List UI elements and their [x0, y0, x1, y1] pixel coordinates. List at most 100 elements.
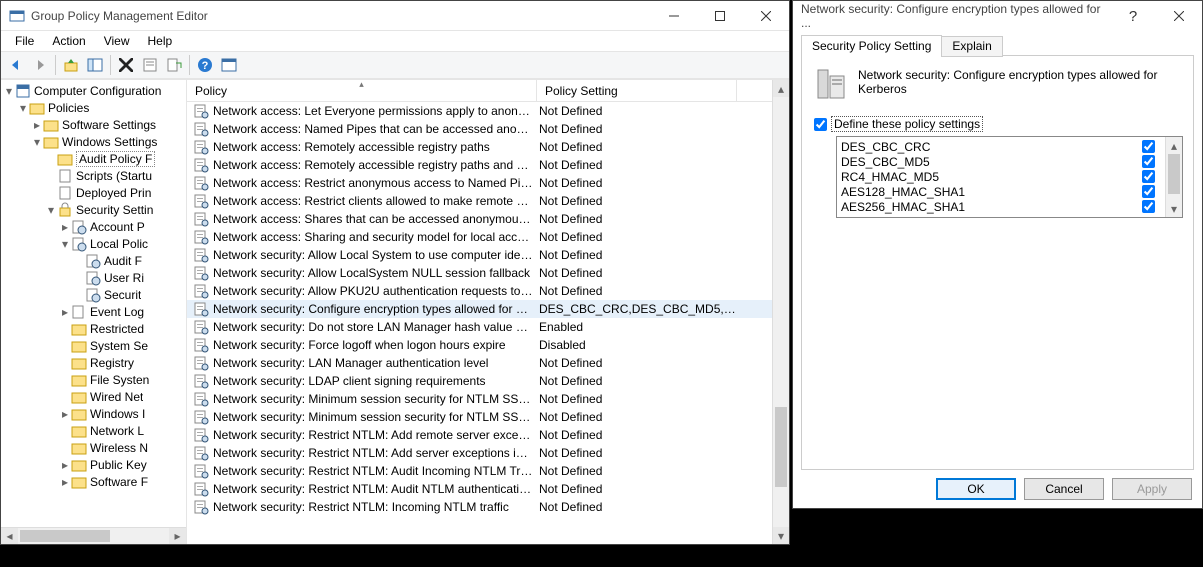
encryption-option-checkbox[interactable]: [1142, 185, 1155, 198]
encryption-option-checkbox[interactable]: [1142, 155, 1155, 168]
tree-wired-network[interactable]: Wired Net: [1, 388, 186, 405]
encryption-list-scrollbar[interactable]: ▴ ▾: [1165, 137, 1182, 217]
tree-hscrollbar[interactable]: ◂ ▸: [1, 527, 186, 544]
encryption-option-checkbox[interactable]: [1142, 170, 1155, 183]
encryption-option[interactable]: RC4_HMAC_MD5: [841, 169, 1161, 184]
tab-explain[interactable]: Explain: [941, 36, 1002, 57]
apply-button[interactable]: Apply: [1112, 478, 1192, 500]
properties-button[interactable]: [139, 54, 161, 76]
policy-row[interactable]: Network security: Restrict NTLM: Audit I…: [187, 462, 772, 480]
encryption-option[interactable]: AES128_HMAC_SHA1: [841, 184, 1161, 199]
col-header-setting[interactable]: Policy Setting: [537, 80, 737, 101]
tree-system-services[interactable]: System Se: [1, 337, 186, 354]
policy-row[interactable]: Network access: Named Pipes that can be …: [187, 120, 772, 138]
encryption-option-label: AES128_HMAC_SHA1: [841, 185, 965, 199]
policy-row[interactable]: Network access: Shares that can be acces…: [187, 210, 772, 228]
tree-restricted-groups[interactable]: Restricted: [1, 320, 186, 337]
policy-row[interactable]: Network security: LDAP client signing re…: [187, 372, 772, 390]
tree-wireless-network[interactable]: Wireless N: [1, 439, 186, 456]
policy-row[interactable]: Network security: Restrict NTLM: Add ser…: [187, 444, 772, 462]
scroll-left-icon[interactable]: ◂: [1, 528, 18, 544]
ok-button[interactable]: OK: [936, 478, 1016, 500]
tree-software-settings[interactable]: ▸Software Settings: [1, 116, 186, 133]
minimize-button[interactable]: [651, 1, 697, 31]
tree-deployed-printers[interactable]: Deployed Prin: [1, 184, 186, 201]
tree-user-rights[interactable]: User Ri: [1, 269, 186, 286]
tree-local-policies[interactable]: ▾Local Polic: [1, 235, 186, 252]
tree-security-options[interactable]: Securit: [1, 286, 186, 303]
tree-security-settings[interactable]: ▾Security Settin: [1, 201, 186, 218]
policy-row[interactable]: Network access: Remotely accessible regi…: [187, 138, 772, 156]
policy-node-icon: [71, 304, 87, 320]
up-button[interactable]: [60, 54, 82, 76]
encryption-option-checkbox[interactable]: [1142, 140, 1155, 153]
tree-audit-policy-sub[interactable]: Audit F: [1, 252, 186, 269]
tree-registry[interactable]: Registry: [1, 354, 186, 371]
tree-public-key[interactable]: ▸Public Key: [1, 456, 186, 473]
encryption-option-checkbox[interactable]: [1142, 200, 1155, 213]
tree-root[interactable]: ▾Computer Configuration: [1, 82, 186, 99]
tree-event-log[interactable]: ▸Event Log: [1, 303, 186, 320]
help-button[interactable]: ?: [194, 54, 216, 76]
policy-row[interactable]: Network security: Allow Local System to …: [187, 246, 772, 264]
policy-row[interactable]: Network security: LAN Manager authentica…: [187, 354, 772, 372]
menubar: File Action View Help: [1, 31, 789, 51]
help-button[interactable]: ?: [1110, 1, 1156, 31]
policy-row[interactable]: Network security: Minimum session securi…: [187, 408, 772, 426]
filter-button[interactable]: [218, 54, 240, 76]
forward-button[interactable]: [29, 54, 51, 76]
policy-item-icon: [193, 301, 209, 317]
policy-row[interactable]: Network access: Restrict anonymous acces…: [187, 174, 772, 192]
app-icon: [9, 8, 25, 24]
scroll-down-icon[interactable]: ▾: [1166, 200, 1182, 217]
tree-audit-policy[interactable]: Audit Policy F: [1, 150, 186, 167]
close-button[interactable]: [1156, 1, 1202, 31]
close-button[interactable]: [743, 1, 789, 31]
list-vscrollbar[interactable]: ▴ ▾: [772, 80, 789, 544]
policy-row[interactable]: Network access: Remotely accessible regi…: [187, 156, 772, 174]
col-header-policy[interactable]: Policy ▴: [187, 80, 537, 101]
encryption-option[interactable]: DES_CBC_CRC: [841, 139, 1161, 154]
show-hide-tree-button[interactable]: [84, 54, 106, 76]
policy-row[interactable]: Network security: Force logoff when logo…: [187, 336, 772, 354]
policy-row[interactable]: Network security: Allow LocalSystem NULL…: [187, 264, 772, 282]
policy-row[interactable]: Network security: Restrict NTLM: Incomin…: [187, 498, 772, 516]
scroll-up-icon[interactable]: ▴: [1166, 137, 1182, 154]
cancel-button[interactable]: Cancel: [1024, 478, 1104, 500]
scroll-right-icon[interactable]: ▸: [169, 528, 186, 544]
tree-account-policies[interactable]: ▸Account P: [1, 218, 186, 235]
policy-row[interactable]: Network security: Do not store LAN Manag…: [187, 318, 772, 336]
policy-row[interactable]: Network access: Let Everyone permissions…: [187, 102, 772, 120]
policy-row[interactable]: Network security: Allow PKU2U authentica…: [187, 282, 772, 300]
encryption-option[interactable]: DES_CBC_MD5: [841, 154, 1161, 169]
export-button[interactable]: [163, 54, 185, 76]
scroll-up-icon[interactable]: ▴: [773, 80, 789, 97]
policy-item-icon: [193, 121, 209, 137]
define-policy-checkbox[interactable]: [814, 118, 827, 131]
delete-button[interactable]: [115, 54, 137, 76]
menu-help[interactable]: Help: [140, 32, 181, 50]
tree-windows-firewall[interactable]: ▸Windows I: [1, 405, 186, 422]
maximize-button[interactable]: [697, 1, 743, 31]
tree-policies[interactable]: ▾Policies: [1, 99, 186, 116]
policy-row[interactable]: Network access: Restrict clients allowed…: [187, 192, 772, 210]
tab-security-policy-setting[interactable]: Security Policy Setting: [801, 35, 942, 56]
policy-row[interactable]: Network security: Restrict NTLM: Add rem…: [187, 426, 772, 444]
policy-row[interactable]: Network security: Restrict NTLM: Audit N…: [187, 480, 772, 498]
menu-file[interactable]: File: [7, 32, 42, 50]
scroll-down-icon[interactable]: ▾: [773, 527, 789, 544]
tree-scripts[interactable]: Scripts (Startu: [1, 167, 186, 184]
back-button[interactable]: [5, 54, 27, 76]
tree-network-list[interactable]: Network L: [1, 422, 186, 439]
policy-name: Network access: Remotely accessible regi…: [213, 140, 539, 154]
policy-setting: Not Defined: [539, 140, 739, 154]
policy-row[interactable]: Network security: Configure encryption t…: [187, 300, 772, 318]
tree-windows-settings[interactable]: ▾Windows Settings: [1, 133, 186, 150]
tree-file-system[interactable]: File Systen: [1, 371, 186, 388]
menu-view[interactable]: View: [96, 32, 138, 50]
menu-action[interactable]: Action: [44, 32, 93, 50]
tree-software-restriction[interactable]: ▸Software F: [1, 473, 186, 490]
policy-row[interactable]: Network access: Sharing and security mod…: [187, 228, 772, 246]
policy-row[interactable]: Network security: Minimum session securi…: [187, 390, 772, 408]
encryption-option[interactable]: AES256_HMAC_SHA1: [841, 199, 1161, 214]
